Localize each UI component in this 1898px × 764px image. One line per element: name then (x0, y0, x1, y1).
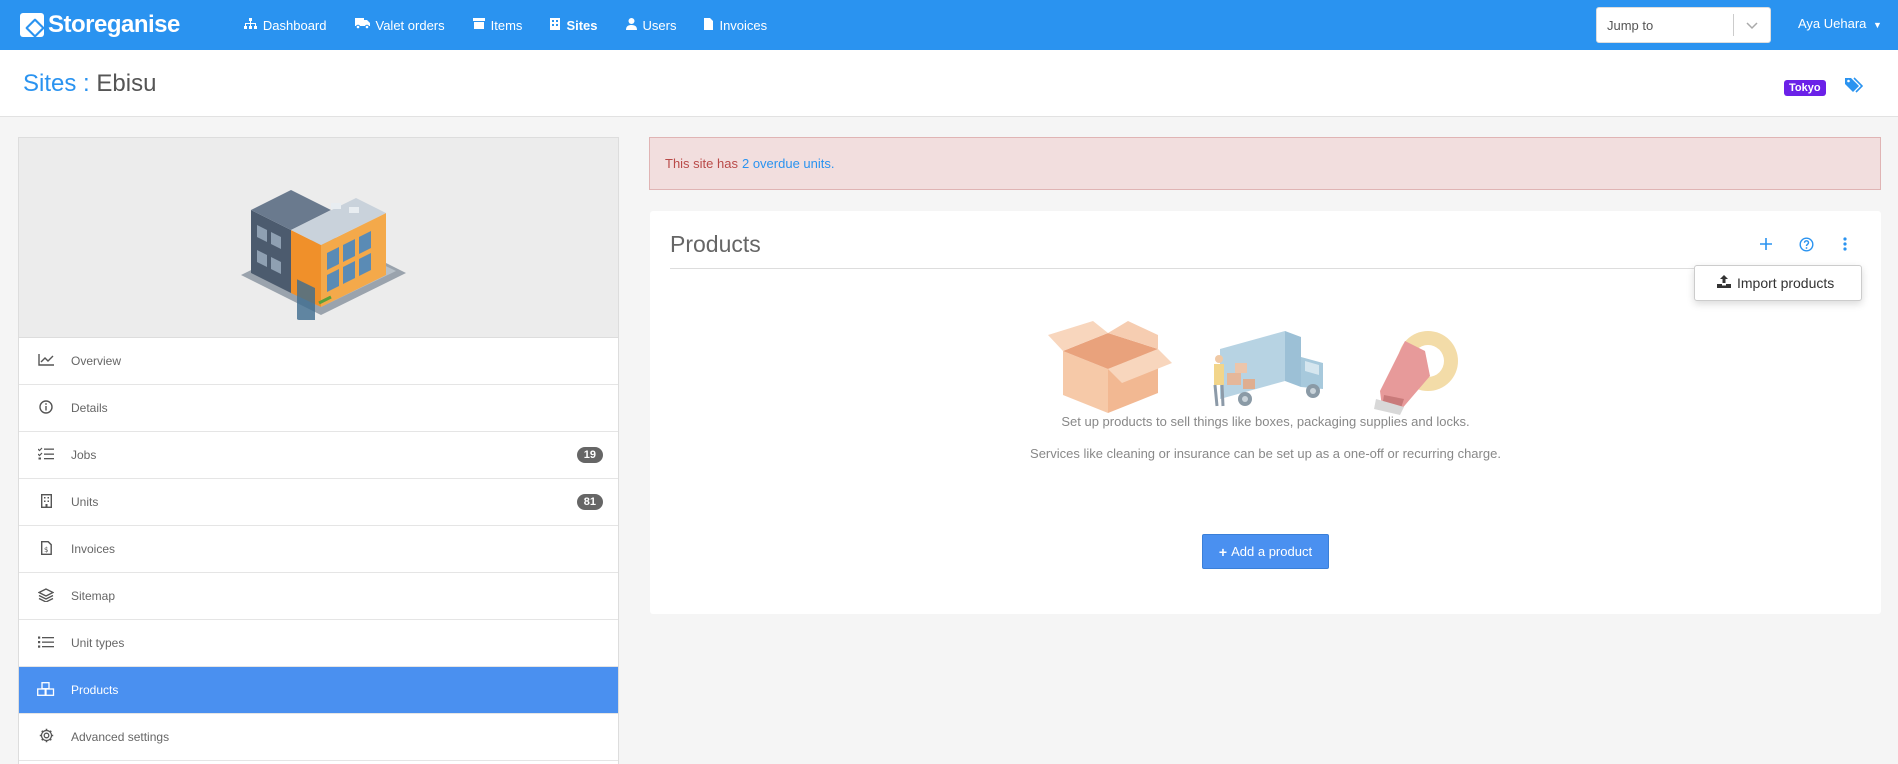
alert-text: This site has (665, 156, 738, 171)
sidebar-item-label: Products (71, 683, 119, 697)
sidebar-item-unit-types[interactable]: Unit types (19, 620, 618, 667)
sidebar-item-products[interactable]: Products (19, 667, 618, 714)
info-circle-icon (36, 399, 56, 417)
sidebar-item-label: Sitemap (71, 589, 116, 603)
nav-label: Valet orders (375, 17, 445, 33)
breadcrumb-separator: : (83, 70, 90, 97)
layers-icon (36, 587, 56, 605)
sitemap-icon (243, 17, 257, 33)
jump-to-placeholder: Jump to (1607, 17, 1654, 33)
products-empty-line1: Set up products to sell things like boxe… (1061, 414, 1470, 429)
plus-icon: + (1218, 543, 1228, 560)
chevron-down-icon[interactable] (1734, 18, 1770, 33)
nav-sites[interactable]: Sites (550, 17, 598, 33)
sidebar-item-label: Jobs (71, 448, 97, 462)
units-count-badge: 81 (576, 494, 603, 510)
storeganise-logo-icon (20, 13, 44, 37)
delivery-truck-illustration (1213, 331, 1323, 407)
help-icon[interactable] (1799, 237, 1814, 255)
nav-label: Dashboard (262, 17, 327, 33)
truck-icon (354, 18, 370, 32)
top-navbar: Storeganise Dashboard Valet orders Items… (0, 0, 1898, 50)
upload-icon (1717, 275, 1731, 291)
brand-logo[interactable]: Storeganise (20, 11, 180, 39)
more-vertical-icon[interactable] (1843, 237, 1847, 254)
open-box-illustration (1048, 321, 1172, 413)
tags-icon[interactable] (1845, 77, 1864, 98)
user-icon (625, 17, 637, 33)
caret-down-icon: ▼ (1873, 20, 1882, 30)
import-products-menu-item[interactable]: Import products (1737, 275, 1834, 291)
nav-users[interactable]: Users (625, 17, 677, 33)
sidebar-item-label: Overview (71, 354, 122, 368)
actions-dropdown: Import products (1694, 265, 1862, 301)
sidebar-item-label: Details (71, 401, 108, 415)
brand-name: Storeganise (48, 11, 180, 38)
nav-label: Sites (566, 17, 598, 33)
sidebar-item-advanced-settings[interactable]: Advanced settings (19, 714, 618, 761)
products-title: Products (670, 231, 761, 257)
sidebar-item-overview[interactable]: Overview (19, 338, 618, 385)
sidebar-item-invoices[interactable]: $ Invoices (19, 526, 618, 573)
nav-valet-orders[interactable]: Valet orders (354, 17, 445, 33)
nav-dashboard[interactable]: Dashboard (243, 17, 327, 33)
site-building-image (19, 138, 618, 338)
sidebar-item-label: Invoices (71, 542, 116, 556)
products-empty-line2: Services like cleaning or insurance can … (1030, 446, 1501, 461)
sidebar-item-label: Advanced settings (71, 730, 170, 744)
nav-invoices[interactable]: Invoices (704, 17, 768, 33)
user-menu[interactable]: Aya Uehara ▼ (1798, 16, 1882, 31)
user-name: Aya Uehara (1798, 16, 1867, 31)
sidebar-item-details[interactable]: Details (19, 385, 618, 432)
nav-label: Invoices (719, 17, 768, 33)
nav-items[interactable]: Items (472, 17, 523, 33)
file-icon (704, 17, 714, 33)
sidebar-item-units[interactable]: Units 81 (19, 479, 618, 526)
overdue-units-link[interactable]: 2 overdue units. (742, 156, 835, 171)
chart-line-icon (36, 353, 56, 369)
jump-to-select[interactable]: Jump to (1596, 7, 1771, 43)
sidebar-item-label: Units (71, 495, 99, 509)
add-icon[interactable] (1760, 237, 1772, 253)
products-panel: Products Import products Set up products… (650, 211, 1881, 614)
svg-text:$: $ (44, 546, 48, 554)
overdue-alert: This site has 2 overdue units. (649, 137, 1881, 190)
site-name: Ebisu (96, 70, 157, 97)
invoice-icon: $ (36, 540, 56, 558)
sidebar-item-jobs[interactable]: Jobs 19 (19, 432, 618, 479)
boxes-icon (36, 681, 56, 699)
sidebar-item-sitemap[interactable]: Sitemap (19, 573, 618, 620)
page-title: Sites : Ebisu (23, 70, 156, 98)
tape-dispenser-illustration (1374, 331, 1458, 415)
add-product-label: Add a product (1231, 544, 1313, 559)
site-tag-badge[interactable]: Tokyo (1784, 80, 1826, 96)
panel-divider (670, 268, 1861, 269)
gear-icon (36, 728, 56, 746)
building-icon (36, 493, 56, 511)
list-icon (36, 635, 56, 651)
building-icon (550, 17, 561, 33)
jobs-count-badge: 19 (576, 447, 603, 463)
site-sidebar: Overview Details Jobs 19 Units 81 $ Invo… (18, 137, 619, 764)
page-header: Sites : Ebisu Tokyo (0, 50, 1898, 117)
archive-icon (472, 18, 485, 32)
sidebar-item-label: Unit types (71, 636, 125, 650)
add-product-button[interactable]: + Add a product (1202, 534, 1329, 569)
nav-label: Users (642, 17, 677, 33)
nav-label: Items (490, 17, 523, 33)
breadcrumb-sites[interactable]: Sites (23, 70, 76, 97)
main-nav: Dashboard Valet orders Items Sites Users (243, 17, 795, 33)
tasks-icon (36, 447, 56, 463)
